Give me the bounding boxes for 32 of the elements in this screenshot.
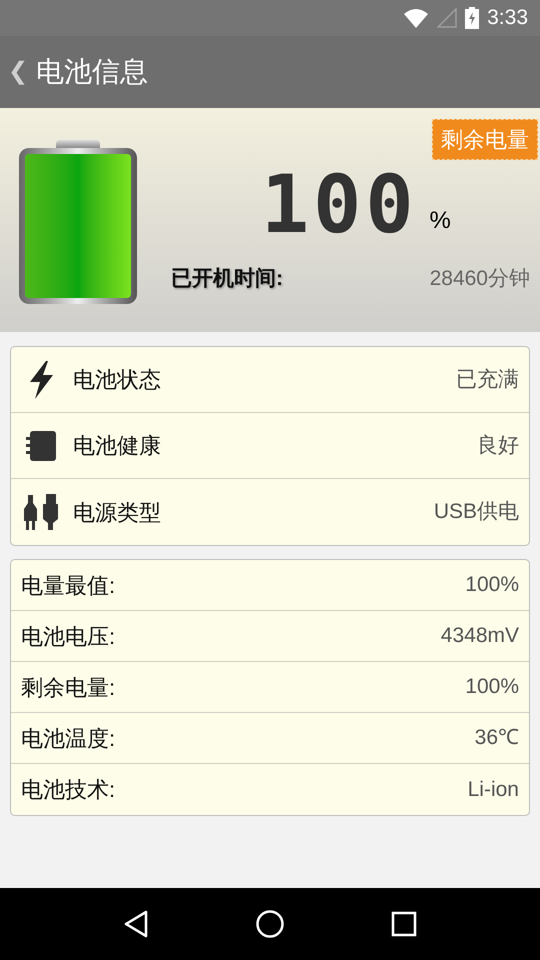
uptime-label: 已开机时间:	[171, 266, 283, 292]
row-label: 电池健康	[73, 432, 161, 460]
back-button[interactable]: ❮	[8, 54, 28, 90]
row-value: 已充满	[456, 366, 519, 393]
detail-value: 100%	[465, 572, 519, 598]
row-label: 电池状态	[73, 366, 161, 394]
detail-label: 电池技术:	[21, 776, 116, 804]
home-nav-icon[interactable]	[255, 909, 285, 939]
plug-icon	[23, 493, 59, 531]
status-time: 3:33	[487, 5, 528, 32]
page-title: 电池信息	[36, 55, 148, 89]
remaining-badge: 剩余电量	[432, 119, 538, 160]
battery-cell-icon	[25, 430, 57, 462]
signal-icon	[437, 8, 458, 28]
detail-label: 电池电压:	[21, 622, 116, 650]
detail-label: 剩余电量:	[21, 674, 116, 702]
battery-charging-icon	[465, 7, 480, 29]
row-label: 电源类型	[73, 498, 161, 526]
back-nav-icon[interactable]	[123, 910, 149, 938]
detail-value: Li-ion	[468, 776, 519, 803]
percentage-reading: 100	[261, 165, 418, 246]
detail-label: 电量最值:	[21, 572, 116, 600]
detail-label: 电池温度:	[21, 724, 116, 752]
percent-sign: %	[430, 206, 451, 236]
detail-value: 100%	[465, 674, 519, 700]
detail-value: 4348mV	[440, 623, 519, 650]
wifi-icon	[403, 8, 430, 28]
detail-value: 36℃	[474, 725, 519, 752]
row-value: 良好	[477, 432, 519, 459]
row-value: USB供电	[434, 499, 519, 526]
recents-nav-icon[interactable]	[391, 911, 417, 937]
uptime-value: 28460分钟	[430, 266, 530, 292]
